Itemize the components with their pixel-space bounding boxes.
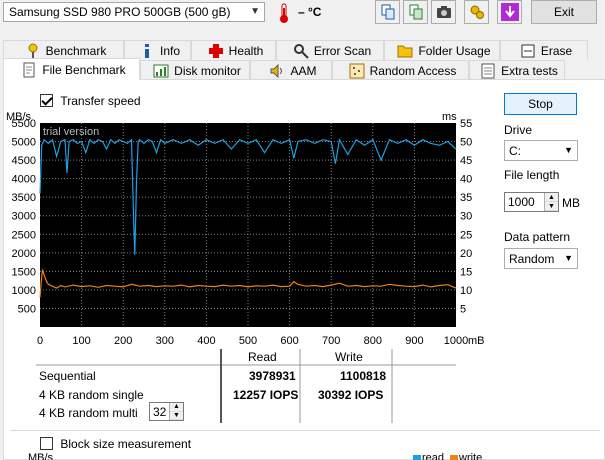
row-4kb-single-read: 12257 IOPS	[233, 388, 299, 402]
block-chart-y-unit: MB/s	[28, 452, 54, 460]
legend-read-swatch	[413, 455, 421, 460]
results-col-read: Read	[248, 350, 277, 364]
legend-write-label: write	[459, 452, 483, 460]
row-sequential-write: 1100818	[340, 369, 387, 383]
tab-label: File Benchmark	[42, 62, 126, 77]
spin-down-icon[interactable]: ▼	[170, 411, 183, 420]
queue-depth-input[interactable]: 32 ▲ ▼	[149, 402, 184, 421]
legend-write-swatch	[450, 455, 458, 460]
queue-depth-spinner[interactable]: ▲ ▼	[169, 403, 183, 420]
row-4kb-single-label: 4 KB random single	[39, 388, 144, 402]
file-benchmark-icon	[21, 62, 37, 78]
tab-file-benchmark[interactable]: File Benchmark	[3, 58, 140, 80]
spin-up-icon[interactable]: ▲	[170, 403, 183, 412]
separator	[10, 430, 600, 431]
block-size-option[interactable]: Block size measurement	[40, 436, 191, 451]
block-size-checkbox[interactable]	[40, 437, 53, 451]
row-4kb-multi-label: 4 KB random multi	[39, 406, 138, 420]
row-4kb-single-write: 30392 IOPS	[318, 388, 384, 402]
row-sequential-read: 3978931	[249, 369, 296, 383]
row-sequential-label: Sequential	[39, 369, 96, 383]
block-size-label: Block size measurement	[60, 436, 192, 451]
legend-read-label: read	[422, 452, 445, 460]
results-col-write: Write	[335, 350, 363, 364]
queue-depth-value: 32	[153, 404, 167, 419]
